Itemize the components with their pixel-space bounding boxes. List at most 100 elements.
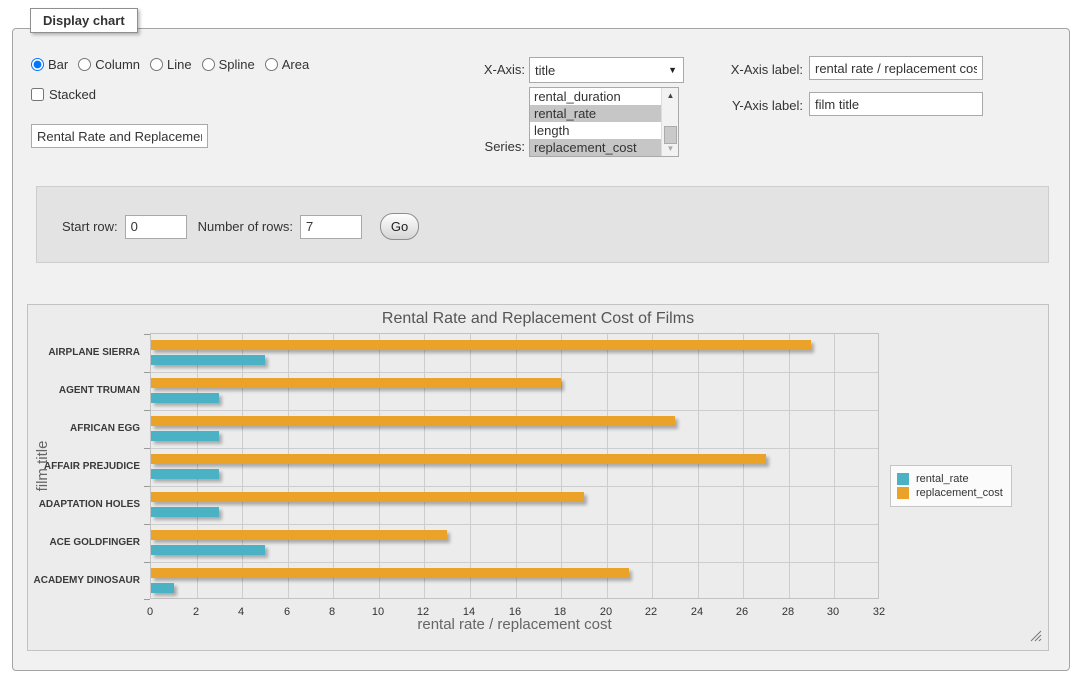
gridline-vertical: [743, 334, 744, 598]
series-options: rental_durationrental_ratelengthreplacem…: [530, 88, 661, 156]
gridline-vertical: [652, 334, 653, 598]
y-axis-tick: [144, 410, 150, 411]
x-axis-label-label: X-Axis label:: [723, 62, 803, 77]
y-axis-tick: [144, 486, 150, 487]
radio-label: Area: [282, 57, 309, 72]
num-rows-input[interactable]: [300, 215, 362, 239]
bar-rental_rate: [151, 583, 174, 593]
radio-option-line[interactable]: Line: [150, 57, 192, 72]
y-axis-label-input[interactable]: [809, 92, 983, 116]
gridline-vertical: [834, 334, 835, 598]
resize-handle-icon[interactable]: [1030, 630, 1042, 642]
bar-rental_rate: [151, 545, 265, 555]
start-row-input[interactable]: [125, 215, 187, 239]
series-option-rental_duration[interactable]: rental_duration: [530, 88, 661, 105]
series-label: Series:: [453, 139, 525, 154]
display-chart-panel: Display chart BarColumnLineSplineArea St…: [12, 28, 1070, 671]
num-rows-label: Number of rows:: [198, 219, 293, 234]
y-axis-tick: [144, 562, 150, 563]
radio-label: Line: [167, 57, 192, 72]
gridline-horizontal: [151, 372, 878, 373]
gridline-vertical: [698, 334, 699, 598]
stacked-label: Stacked: [49, 87, 96, 102]
series-option-replacement_cost[interactable]: replacement_cost: [530, 139, 661, 156]
chart-panel: Rental Rate and Replacement Cost of Film…: [27, 304, 1049, 651]
bar-replacement_cost: [151, 416, 675, 426]
series-scrollbar[interactable]: ▲ ▼: [661, 88, 678, 156]
gridline-vertical: [470, 334, 471, 598]
y-axis-label-label: Y-Axis label:: [723, 98, 803, 113]
series-listbox[interactable]: rental_durationrental_ratelengthreplacem…: [529, 87, 679, 157]
radio-area[interactable]: [265, 58, 278, 71]
y-axis-tick: [144, 599, 150, 600]
legend-entry: replacement_cost: [897, 487, 1003, 499]
radio-option-spline[interactable]: Spline: [202, 57, 255, 72]
gridline-vertical: [516, 334, 517, 598]
radio-label: Column: [95, 57, 140, 72]
plot-area: [150, 333, 879, 599]
start-row-label: Start row:: [62, 219, 118, 234]
bar-rental_rate: [151, 431, 219, 441]
gridline-vertical: [607, 334, 608, 598]
gridline-vertical: [242, 334, 243, 598]
legend-swatch: [897, 473, 909, 485]
bar-rental_rate: [151, 393, 219, 403]
gridline-vertical: [197, 334, 198, 598]
bar-replacement_cost: [151, 530, 447, 540]
gridline-vertical: [561, 334, 562, 598]
chart-type-radio-group: Bar Column Line Spline Area: [31, 57, 317, 72]
bar-replacement_cost: [151, 492, 584, 502]
panel-title: Display chart: [30, 8, 138, 33]
series-option-length[interactable]: length: [530, 122, 661, 139]
x-axis-select-wrap: title ▼: [529, 57, 684, 83]
bar-rental_rate: [151, 355, 265, 365]
category-label: ACADEMY DINOSAUR: [28, 575, 140, 586]
gridline-horizontal: [151, 448, 878, 449]
gridline-horizontal: [151, 562, 878, 563]
gridline-horizontal: [151, 486, 878, 487]
stacked-checkbox[interactable]: [31, 88, 44, 101]
bar-replacement_cost: [151, 568, 629, 578]
scroll-up-icon[interactable]: ▲: [662, 88, 679, 103]
category-label: AIRPLANE SIERRA: [28, 347, 140, 358]
gridline-horizontal: [151, 410, 878, 411]
legend-swatch: [897, 487, 909, 499]
bar-rental_rate: [151, 469, 219, 479]
y-axis-tick: [144, 334, 150, 335]
gridline-vertical: [288, 334, 289, 598]
chart-legend: rental_rate replacement_cost: [890, 465, 1012, 507]
radio-bar[interactable]: [31, 58, 44, 71]
bar-replacement_cost: [151, 454, 766, 464]
x-axis-select[interactable]: title: [529, 57, 684, 83]
gridline-vertical: [424, 334, 425, 598]
y-axis-title: film title: [34, 366, 50, 566]
radio-option-bar[interactable]: Bar: [31, 57, 68, 72]
bar-rental_rate: [151, 507, 219, 517]
y-axis-tick: [144, 448, 150, 449]
x-axis-title: rental rate / replacement cost: [150, 616, 879, 633]
legend-label: rental_rate: [916, 473, 969, 485]
gridline-vertical: [333, 334, 334, 598]
radio-option-area[interactable]: Area: [265, 57, 309, 72]
x-axis-select-label: X-Axis:: [483, 62, 525, 77]
bar-replacement_cost: [151, 378, 561, 388]
scroll-down-icon[interactable]: ▼: [662, 141, 679, 156]
gridline-vertical: [379, 334, 380, 598]
chart-title: Rental Rate and Replacement Cost of Film…: [28, 310, 1048, 328]
row-range-box: Start row: Number of rows: Go: [36, 186, 1049, 263]
x-axis-label-input[interactable]: [809, 56, 983, 80]
y-axis-tick: [144, 372, 150, 373]
series-option-rental_rate[interactable]: rental_rate: [530, 105, 661, 122]
radio-label: Spline: [219, 57, 255, 72]
radio-column[interactable]: [78, 58, 91, 71]
chart-title-input[interactable]: [31, 124, 208, 148]
y-axis-tick: [144, 524, 150, 525]
radio-spline[interactable]: [202, 58, 215, 71]
radio-option-column[interactable]: Column: [78, 57, 140, 72]
gridline-vertical: [789, 334, 790, 598]
bar-replacement_cost: [151, 340, 811, 350]
gridline-horizontal: [151, 524, 878, 525]
go-button[interactable]: Go: [380, 213, 419, 240]
legend-label: replacement_cost: [916, 487, 1003, 499]
radio-line[interactable]: [150, 58, 163, 71]
